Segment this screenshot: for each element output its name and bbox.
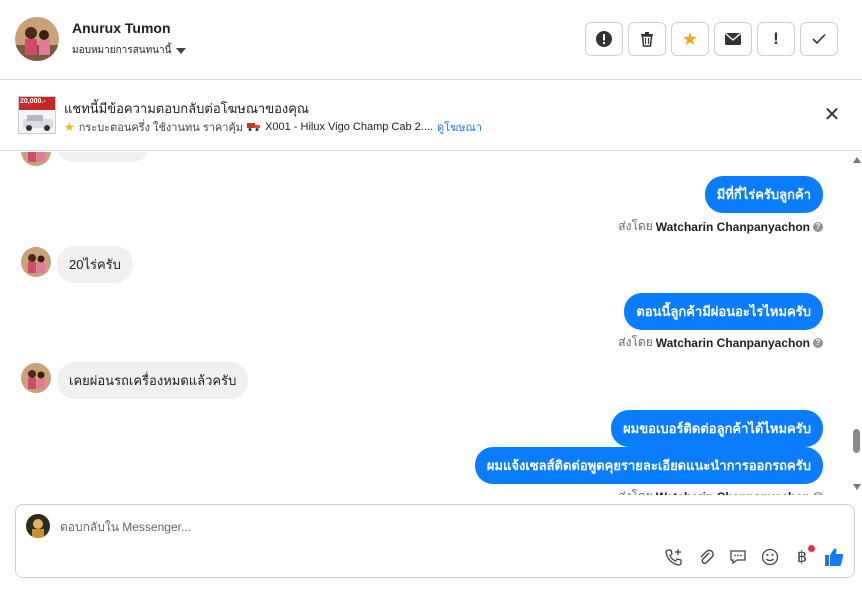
assign-label: มอบหมายการสนทนานี้ xyxy=(72,45,172,56)
contact-avatar-small xyxy=(21,152,51,166)
mark-unread-button[interactable] xyxy=(714,22,752,56)
trash-icon xyxy=(641,32,653,47)
envelope-icon xyxy=(725,32,741,45)
chat-bubble-icon xyxy=(730,550,746,565)
ad-reply-banner: 20,000.- แชทนี้มีข้อความตอบกลับต่อโฆษณาข… xyxy=(0,81,862,151)
sent-by-prefix: ส่งโดย xyxy=(618,335,653,349)
notification-dot xyxy=(808,545,815,552)
baht-icon: ฿ xyxy=(796,549,808,566)
call-button[interactable] xyxy=(664,547,684,567)
help-icon[interactable]: ? xyxy=(813,221,823,232)
mark-follow-up-button[interactable]: ! xyxy=(757,22,795,56)
sent-by-label: ส่งโดย Watcharin Chanpanyachon ? xyxy=(618,333,823,352)
sent-by-prefix: ส่งโดย xyxy=(618,487,652,495)
page-avatar xyxy=(26,514,50,538)
reply-input[interactable] xyxy=(60,517,660,537)
contact-avatar-small xyxy=(21,247,51,277)
alert-circle-icon xyxy=(596,31,612,47)
banner-title: แชทนี้มีข้อความตอบกลับต่อโฆษณาของคุณ xyxy=(64,101,309,116)
payment-button[interactable]: ฿ xyxy=(792,545,815,567)
scroll-up-arrow-icon[interactable] xyxy=(853,157,861,163)
caret-down-icon xyxy=(176,47,187,54)
help-icon[interactable]: ? xyxy=(813,337,823,348)
contact-avatar[interactable] xyxy=(15,17,59,61)
sender-name: Watcharin Chanpanyachon xyxy=(656,490,810,496)
truck-icon xyxy=(247,121,261,134)
assign-conversation-dropdown[interactable]: มอบหมายการสนทนานี้ xyxy=(72,43,187,58)
incoming-message: เคยผ่อนรถเครื่องหมดแล้วครับ xyxy=(57,362,249,399)
close-banner-button[interactable]: ✕ xyxy=(820,103,844,127)
conversation-header: Anurux Tumon มอบหมายการสนทนานี้ ★ ! xyxy=(0,0,862,80)
ad-thumbnail[interactable]: 20,000.- xyxy=(18,96,56,134)
message-thread[interactable]: มีที่กี่ไร่ครับลูกค้า ส่งโดย Watcharin C… xyxy=(0,152,850,495)
check-icon xyxy=(812,33,826,45)
like-button[interactable] xyxy=(824,547,844,567)
incoming-message-partial xyxy=(57,152,149,162)
contact-avatar-small xyxy=(21,363,51,393)
star-button[interactable]: ★ xyxy=(671,22,709,56)
outgoing-message: ตอนนี้ลูกค้ามีผ่อนอะไรไหมครับ xyxy=(624,293,823,330)
view-ad-link[interactable]: ดูโฆษณา xyxy=(437,118,482,136)
scroll-down-arrow-icon[interactable] xyxy=(853,484,861,490)
outgoing-message: มีที่กี่ไร่ครับลูกค้า xyxy=(704,176,823,213)
ad-model: X001 - Hilux Vigo Champ Cab 2.... xyxy=(265,121,434,133)
ad-thumb-price: 20,000.- xyxy=(20,98,46,105)
mark-done-button[interactable] xyxy=(800,22,838,56)
chat-scrollbar[interactable] xyxy=(850,152,862,495)
star-icon: ★ xyxy=(681,28,699,49)
help-icon[interactable]: ? xyxy=(813,491,823,495)
sent-by-prefix: ส่งโดย xyxy=(618,219,653,233)
phone-plus-icon xyxy=(665,549,682,566)
paperclip-icon xyxy=(700,549,714,564)
smiley-icon xyxy=(761,548,779,566)
emoji-button[interactable] xyxy=(760,547,780,567)
sender-name: Watcharin Chanpanyachon xyxy=(655,335,810,350)
thumbs-up-icon xyxy=(825,548,844,566)
ad-details: ★ กระบะตอนครึ่ง ใช้งานทน ราคาคุ้ม X001 -… xyxy=(64,118,482,136)
scroll-thumb[interactable] xyxy=(853,429,860,453)
star-icon: ★ xyxy=(64,120,75,134)
outgoing-message: ผมขอเบอร์ติดต่อลูกค้าได้ไหมครับ xyxy=(611,410,823,447)
contact-name[interactable]: Anurux Tumon xyxy=(72,20,171,36)
close-icon: ✕ xyxy=(823,104,841,126)
incoming-message: 20ไร่ครับ xyxy=(57,246,133,283)
reply-composer: ฿ xyxy=(15,504,855,578)
sender-name: Watcharin Chanpanyachon xyxy=(655,219,810,234)
saved-replies-button[interactable] xyxy=(728,547,748,567)
exclamation-icon: ! xyxy=(773,29,779,48)
outgoing-message: ผมแจ้งเซลส์ติดต่อพูดคุยรายละเอียดแนะนำกา… xyxy=(474,447,823,484)
sent-by-label: ส่งโดย Watcharin Chanpanyachon ? xyxy=(618,487,823,495)
sent-by-label: ส่งโดย Watcharin Chanpanyachon ? xyxy=(618,217,823,236)
report-spam-button[interactable] xyxy=(585,22,623,56)
ad-text: กระบะตอนครึ่ง ใช้งานทน ราคาคุ้ม xyxy=(78,122,244,134)
delete-button[interactable] xyxy=(628,22,666,56)
attach-button[interactable] xyxy=(696,547,716,567)
